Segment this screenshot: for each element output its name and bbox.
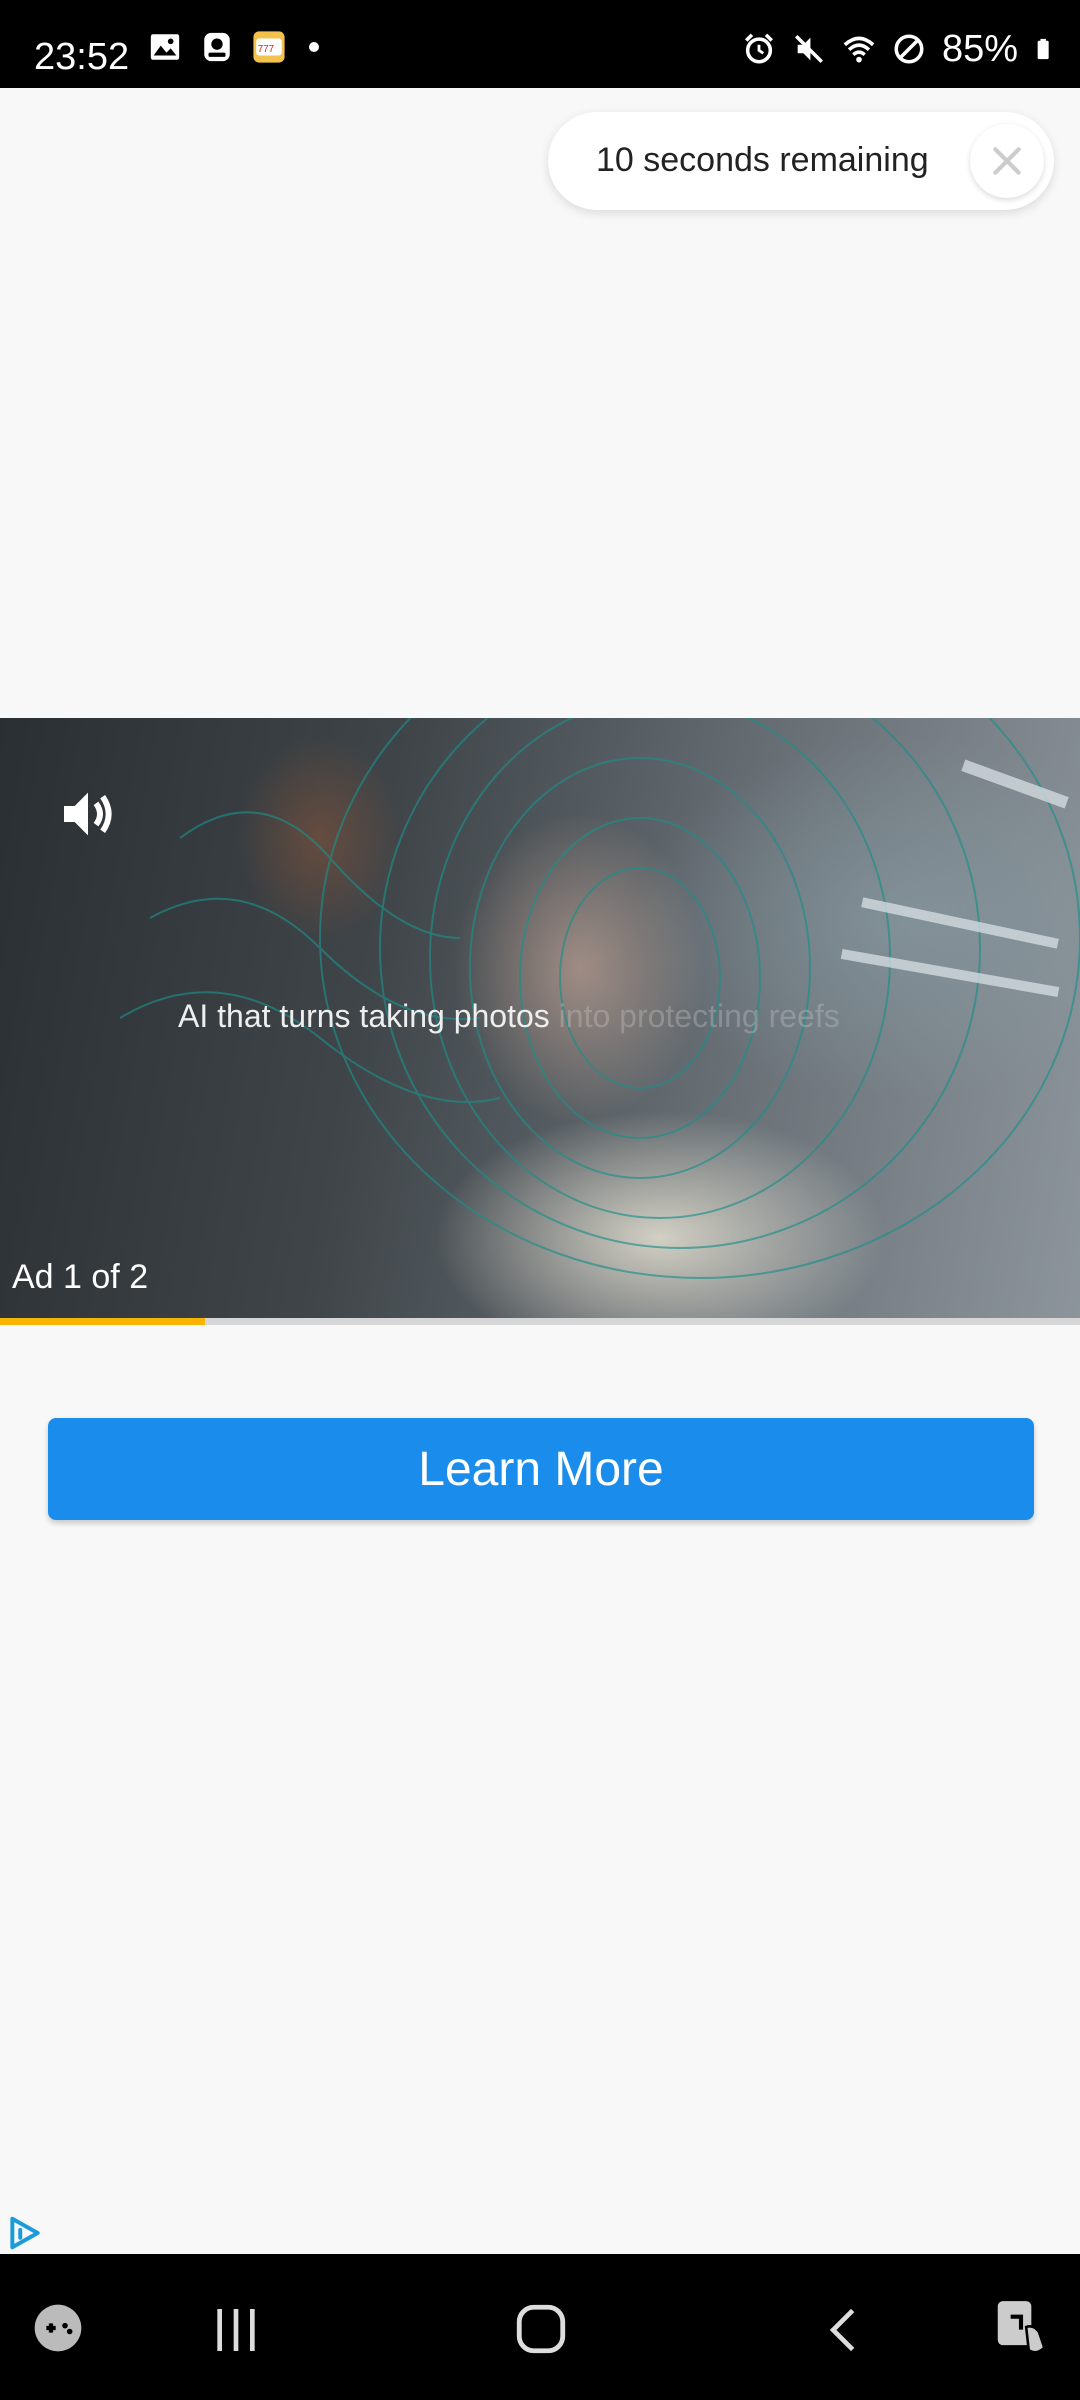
close-icon (993, 147, 1021, 175)
mute-icon (794, 34, 823, 64)
status-bar: 23:52 777 85% (0, 0, 1080, 88)
adchoices-icon[interactable] (6, 2214, 44, 2252)
alarm-icon (744, 33, 773, 64)
wifi-icon (843, 36, 875, 63)
gallery-icon (150, 34, 180, 60)
video-progress-fill (0, 1318, 206, 1325)
screen-assist-icon[interactable] (990, 2296, 1052, 2358)
status-time: 23:52 (34, 36, 130, 78)
close-button[interactable] (970, 124, 1044, 198)
volume-icon[interactable] (56, 782, 120, 846)
subtitle-main: AI that turns taking photos (178, 998, 550, 1034)
do-not-disturb-icon (894, 34, 924, 64)
recent-apps-icon[interactable] (208, 2302, 264, 2358)
battery-icon (1037, 38, 1049, 60)
ad-video-player[interactable]: AI that turns taking photos into protect… (0, 718, 1080, 1318)
status-left-icons: 777 (148, 30, 324, 64)
countdown-text: 10 seconds remaining (596, 141, 929, 179)
countdown-pill: 10 seconds remaining (548, 112, 1054, 210)
status-right-icons: 85% (742, 30, 1056, 68)
ad-counter: Ad 1 of 2 (12, 1258, 149, 1296)
subtitle-faded: into protecting reefs (549, 998, 840, 1034)
battery-percentage: 85% (941, 28, 1018, 70)
notification-icon (204, 32, 230, 62)
learn-more-button[interactable]: Learn More (48, 1418, 1034, 1520)
video-progress-bar (0, 1318, 1080, 1325)
home-icon[interactable] (512, 2300, 570, 2358)
svg-text:777: 777 (258, 44, 275, 55)
dot-icon (309, 42, 319, 52)
navigation-bar (0, 2254, 1080, 2400)
game-launcher-icon[interactable] (30, 2300, 86, 2356)
slots-app-icon: 777 (253, 31, 285, 63)
back-icon[interactable] (818, 2302, 870, 2358)
video-subtitle: AI that turns taking photos into protect… (178, 998, 840, 1035)
